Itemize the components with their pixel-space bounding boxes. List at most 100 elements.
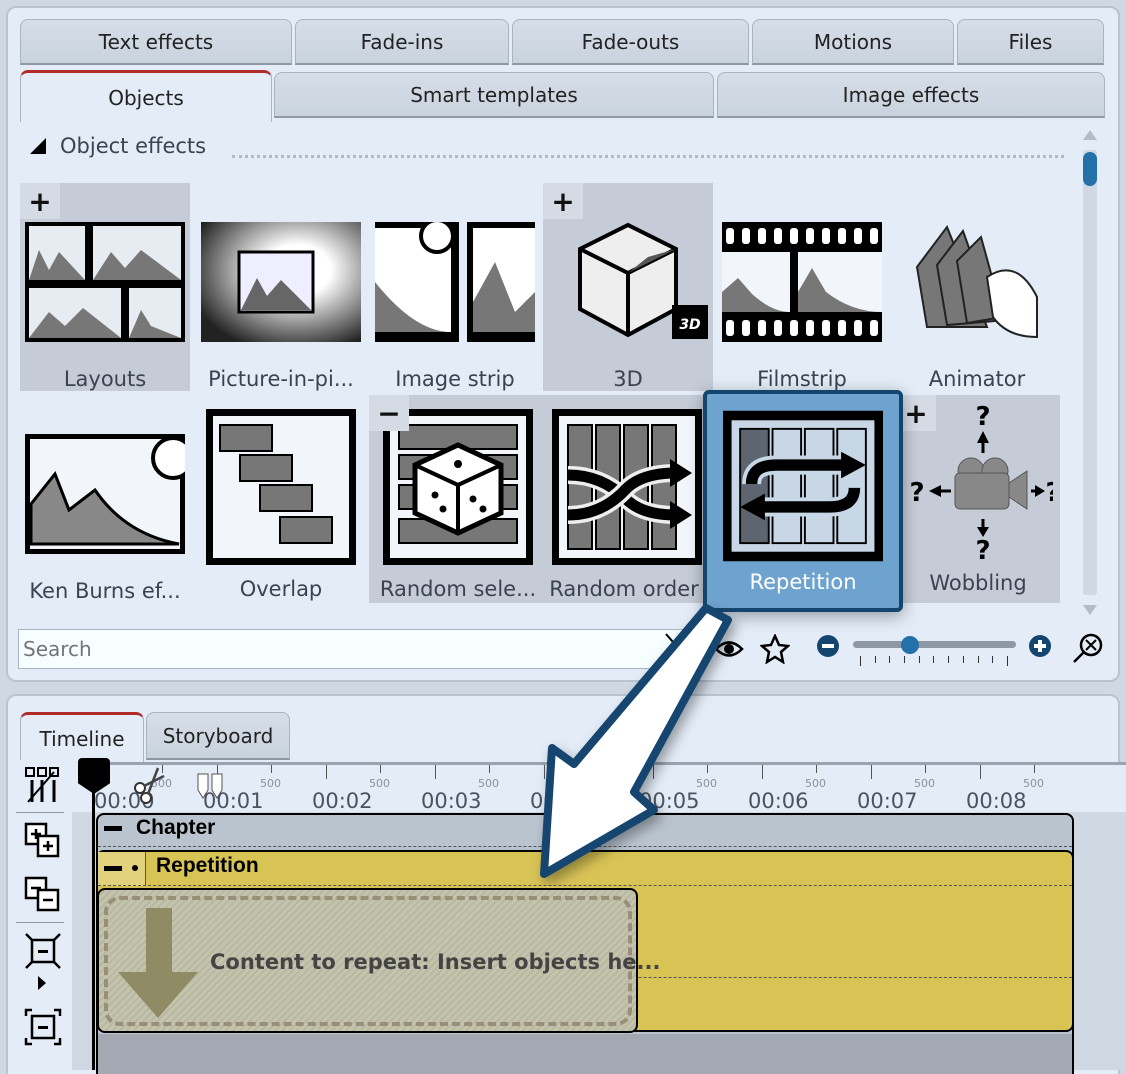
image-strip-icon: [375, 209, 535, 355]
zoom-slider-track[interactable]: [853, 641, 1016, 648]
effect-tile-random-selection[interactable]: − Random sele...: [369, 395, 547, 603]
scroll-up-arrow[interactable]: [1083, 130, 1097, 140]
ruler-tick: [871, 765, 872, 779]
empty-track[interactable]: [96, 1034, 1074, 1074]
split-tracks-icon[interactable]: [24, 766, 62, 804]
effect-label: Random sele...: [379, 577, 537, 601]
timeline-ruler[interactable]: 00:00 500 00:01 500 00:02 500 00:03 500 00:04 500…: [94, 762, 1126, 813]
layouts-icon: [25, 209, 185, 355]
ruler-minor-label: 500: [1023, 777, 1044, 790]
ruler-minor-label: 500: [805, 777, 826, 790]
effect-tile-wobbling[interactable]: + ???? Wobbling: [896, 395, 1060, 603]
effect-tile-overlap[interactable]: Overlap: [196, 395, 366, 603]
expand-track-icon[interactable]: [24, 1008, 62, 1046]
zoom-slider-knob[interactable]: [901, 636, 920, 654]
search-input[interactable]: [18, 629, 698, 669]
ruler-tick: [544, 765, 545, 779]
svg-text:?: ?: [909, 478, 924, 508]
playhead-line[interactable]: [92, 762, 95, 1070]
tab-timeline[interactable]: Timeline: [20, 712, 144, 762]
ruler-time-label: 00:02: [312, 789, 373, 813]
ruler-time-label: 00:05: [639, 789, 700, 813]
effect-tile-random-order[interactable]: Random order: [547, 395, 707, 603]
tab-fade-outs[interactable]: Fade-outs: [512, 19, 749, 65]
section-title: Object effects: [60, 134, 207, 158]
tab-smart-templates[interactable]: Smart templates: [274, 72, 714, 118]
svg-text:?: ?: [975, 402, 990, 432]
ruler-minor-tick: [1034, 765, 1035, 773]
clear-search-icon[interactable]: [664, 632, 694, 666]
favorite-star-icon[interactable]: [760, 634, 790, 664]
collapse-triangle-icon: [30, 138, 46, 154]
insert-arrow-icon: [118, 908, 198, 1024]
toolbar-more-arrow-icon[interactable]: [38, 976, 46, 990]
effect-label: Ken Burns ef...: [29, 579, 181, 603]
tab-motions[interactable]: Motions: [752, 19, 954, 65]
effect-label: Wobbling: [929, 571, 1027, 595]
effect-label: Image strip: [395, 367, 515, 391]
eye-icon[interactable]: [714, 636, 744, 662]
toolbar-divider: [16, 812, 64, 813]
ruler-minor-tick: [489, 765, 490, 773]
effect-tile-repetition[interactable]: Repetition: [703, 390, 903, 612]
tab-fade-ins[interactable]: Fade-ins: [295, 19, 509, 65]
zoom-slider-ticks: [860, 656, 1008, 666]
ruler-minor-label: 500: [478, 777, 499, 790]
zoom-in-icon[interactable]: [1028, 634, 1052, 658]
filmstrip-icon: [722, 209, 882, 355]
ruler-minor-label: 500: [260, 777, 281, 790]
effect-tile-image-strip[interactable]: Image strip: [370, 183, 540, 391]
ruler-minor-tick: [925, 765, 926, 773]
cube-3d-icon: 3D: [548, 209, 708, 355]
tab-text-effects[interactable]: Text effects: [20, 19, 292, 65]
ruler-tick: [435, 765, 436, 779]
zoom-out-icon[interactable]: [816, 634, 840, 658]
overlap-icon: [201, 409, 361, 565]
ruler-tick: [653, 765, 654, 779]
effect-tile-picture-in-picture[interactable]: Picture-in-pi...: [196, 183, 366, 391]
scroll-down-arrow[interactable]: [1083, 605, 1097, 615]
tab-storyboard[interactable]: Storyboard: [146, 712, 290, 760]
repetition-header-controls[interactable]: [98, 852, 146, 886]
zoom-fit-icon[interactable]: [1072, 632, 1104, 664]
svg-text:?: ?: [1045, 478, 1053, 508]
tab-files[interactable]: Files: [957, 19, 1104, 65]
track-divider: [98, 846, 1072, 847]
ruler-minor-tick: [816, 765, 817, 773]
effect-label: Overlap: [239, 577, 323, 601]
tab-objects[interactable]: Objects: [20, 70, 272, 122]
dice-icon: [378, 409, 538, 565]
effect-tile-filmstrip[interactable]: Filmstrip: [717, 183, 887, 391]
ruler-minor-label: 500: [696, 777, 717, 790]
ruler-time-label: 00:04: [530, 789, 591, 813]
tab-image-effects[interactable]: Image effects: [717, 72, 1105, 118]
track-divider: [98, 885, 1072, 886]
expand-plus-icon[interactable]: +: [543, 183, 583, 219]
marker-icon[interactable]: [196, 772, 226, 804]
collapse-repetition-icon[interactable]: [104, 866, 122, 871]
scissors-icon[interactable]: [132, 764, 168, 808]
ruler-tick: [326, 765, 327, 779]
effects-scrollbar[interactable]: [1083, 150, 1097, 595]
effect-label: Repetition: [749, 570, 857, 594]
effect-tile-3d[interactable]: + 3D 3D: [543, 183, 713, 391]
section-divider: [232, 155, 1064, 158]
ruler-minor-label: 500: [587, 777, 608, 790]
ruler-time-label: 00:03: [421, 789, 482, 813]
expand-all-icon[interactable]: [24, 822, 62, 860]
ruler-minor-tick: [707, 765, 708, 773]
collapse-chapter-icon[interactable]: [104, 825, 122, 831]
ruler-tick: [762, 765, 763, 779]
effect-label: Animator: [928, 367, 1026, 391]
effect-label: 3D: [613, 367, 643, 391]
effect-tile-animator[interactable]: Animator: [892, 183, 1062, 391]
collapse-all-icon[interactable]: [24, 876, 62, 914]
chapter-header[interactable]: Chapter: [104, 816, 215, 840]
effect-tile-layouts[interactable]: + Layouts: [20, 183, 190, 391]
collapse-minus-icon[interactable]: −: [369, 395, 409, 431]
scrollbar-thumb[interactable]: [1083, 152, 1097, 186]
shrink-track-icon[interactable]: [24, 932, 62, 970]
expand-plus-icon[interactable]: +: [20, 183, 60, 219]
effect-tile-ken-burns[interactable]: Ken Burns ef...: [20, 395, 190, 603]
section-header-object-effects[interactable]: Object effects: [30, 134, 206, 158]
